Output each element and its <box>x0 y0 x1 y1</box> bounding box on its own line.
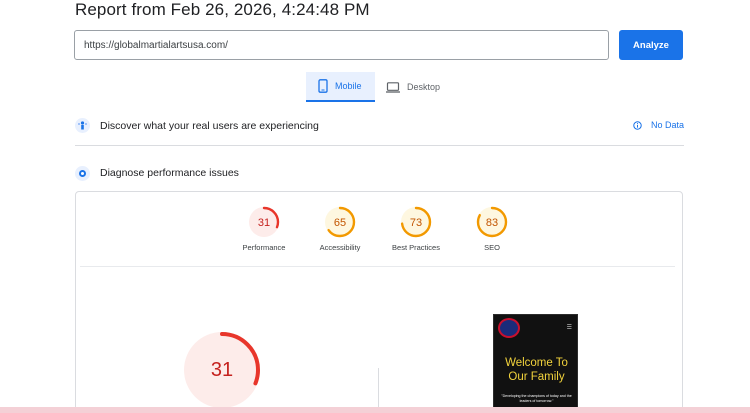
no-data-status: No Data <box>633 120 684 130</box>
performance-gauge-large: 31 <box>184 332 260 408</box>
gauge-performance[interactable]: 31 Performance <box>224 205 304 252</box>
url-input[interactable] <box>74 30 609 60</box>
report-title: Report from Feb 26, 2026, 4:24:48 PM <box>75 0 370 19</box>
bottom-strip <box>0 407 750 413</box>
score-best-practices: 73 <box>410 217 422 229</box>
real-users-label: Discover what your real users are experi… <box>100 119 319 132</box>
diagnose-section: Diagnose performance issues <box>75 153 684 193</box>
score-ring-performance: 31 <box>248 206 280 238</box>
score-performance: 31 <box>258 217 270 229</box>
label-performance: Performance <box>242 243 286 252</box>
score-ring-seo: 83 <box>476 206 508 238</box>
tab-mobile-label: Mobile <box>335 81 362 91</box>
gauge-accessibility[interactable]: 65 Accessibility <box>300 205 380 252</box>
score-accessibility: 65 <box>334 217 346 229</box>
info-icon <box>633 120 642 130</box>
tab-desktop[interactable]: Desktop <box>386 72 456 102</box>
real-users-section[interactable]: Discover what your real users are experi… <box>75 106 684 146</box>
tab-mobile[interactable]: Mobile <box>306 72 375 102</box>
screenshot-heading: Welcome To Our Family <box>505 357 568 383</box>
gauge-seo[interactable]: 83 SEO <box>452 205 532 252</box>
diagnose-label: Diagnose performance issues <box>100 167 239 179</box>
label-accessibility: Accessibility <box>319 243 361 252</box>
score-ring-best-practices: 73 <box>400 206 432 238</box>
mobile-icon <box>318 79 328 93</box>
gauge-best-practices[interactable]: 73 Best Practices <box>376 205 456 252</box>
screenshot-tagline: "Developing the champions of today and t… <box>501 394 572 403</box>
no-data-label: No Data <box>650 120 684 130</box>
site-logo <box>498 318 520 338</box>
score-seo: 83 <box>486 217 498 229</box>
performance-score-large: 31 <box>211 359 233 381</box>
desktop-icon <box>386 81 400 93</box>
scores-divider <box>80 266 675 267</box>
diagnose-icon <box>75 165 90 181</box>
score-ring-accessibility: 65 <box>324 206 356 238</box>
label-best-practices: Best Practices <box>392 243 440 252</box>
page-screenshot: ☰ Welcome To Our Family "Developing the … <box>493 314 578 413</box>
hamburger-menu-icon: ☰ <box>566 325 572 331</box>
analyze-button[interactable]: Analyze <box>619 30 683 60</box>
label-seo: SEO <box>484 243 500 252</box>
users-icon <box>75 118 90 133</box>
tab-desktop-label: Desktop <box>407 82 441 92</box>
